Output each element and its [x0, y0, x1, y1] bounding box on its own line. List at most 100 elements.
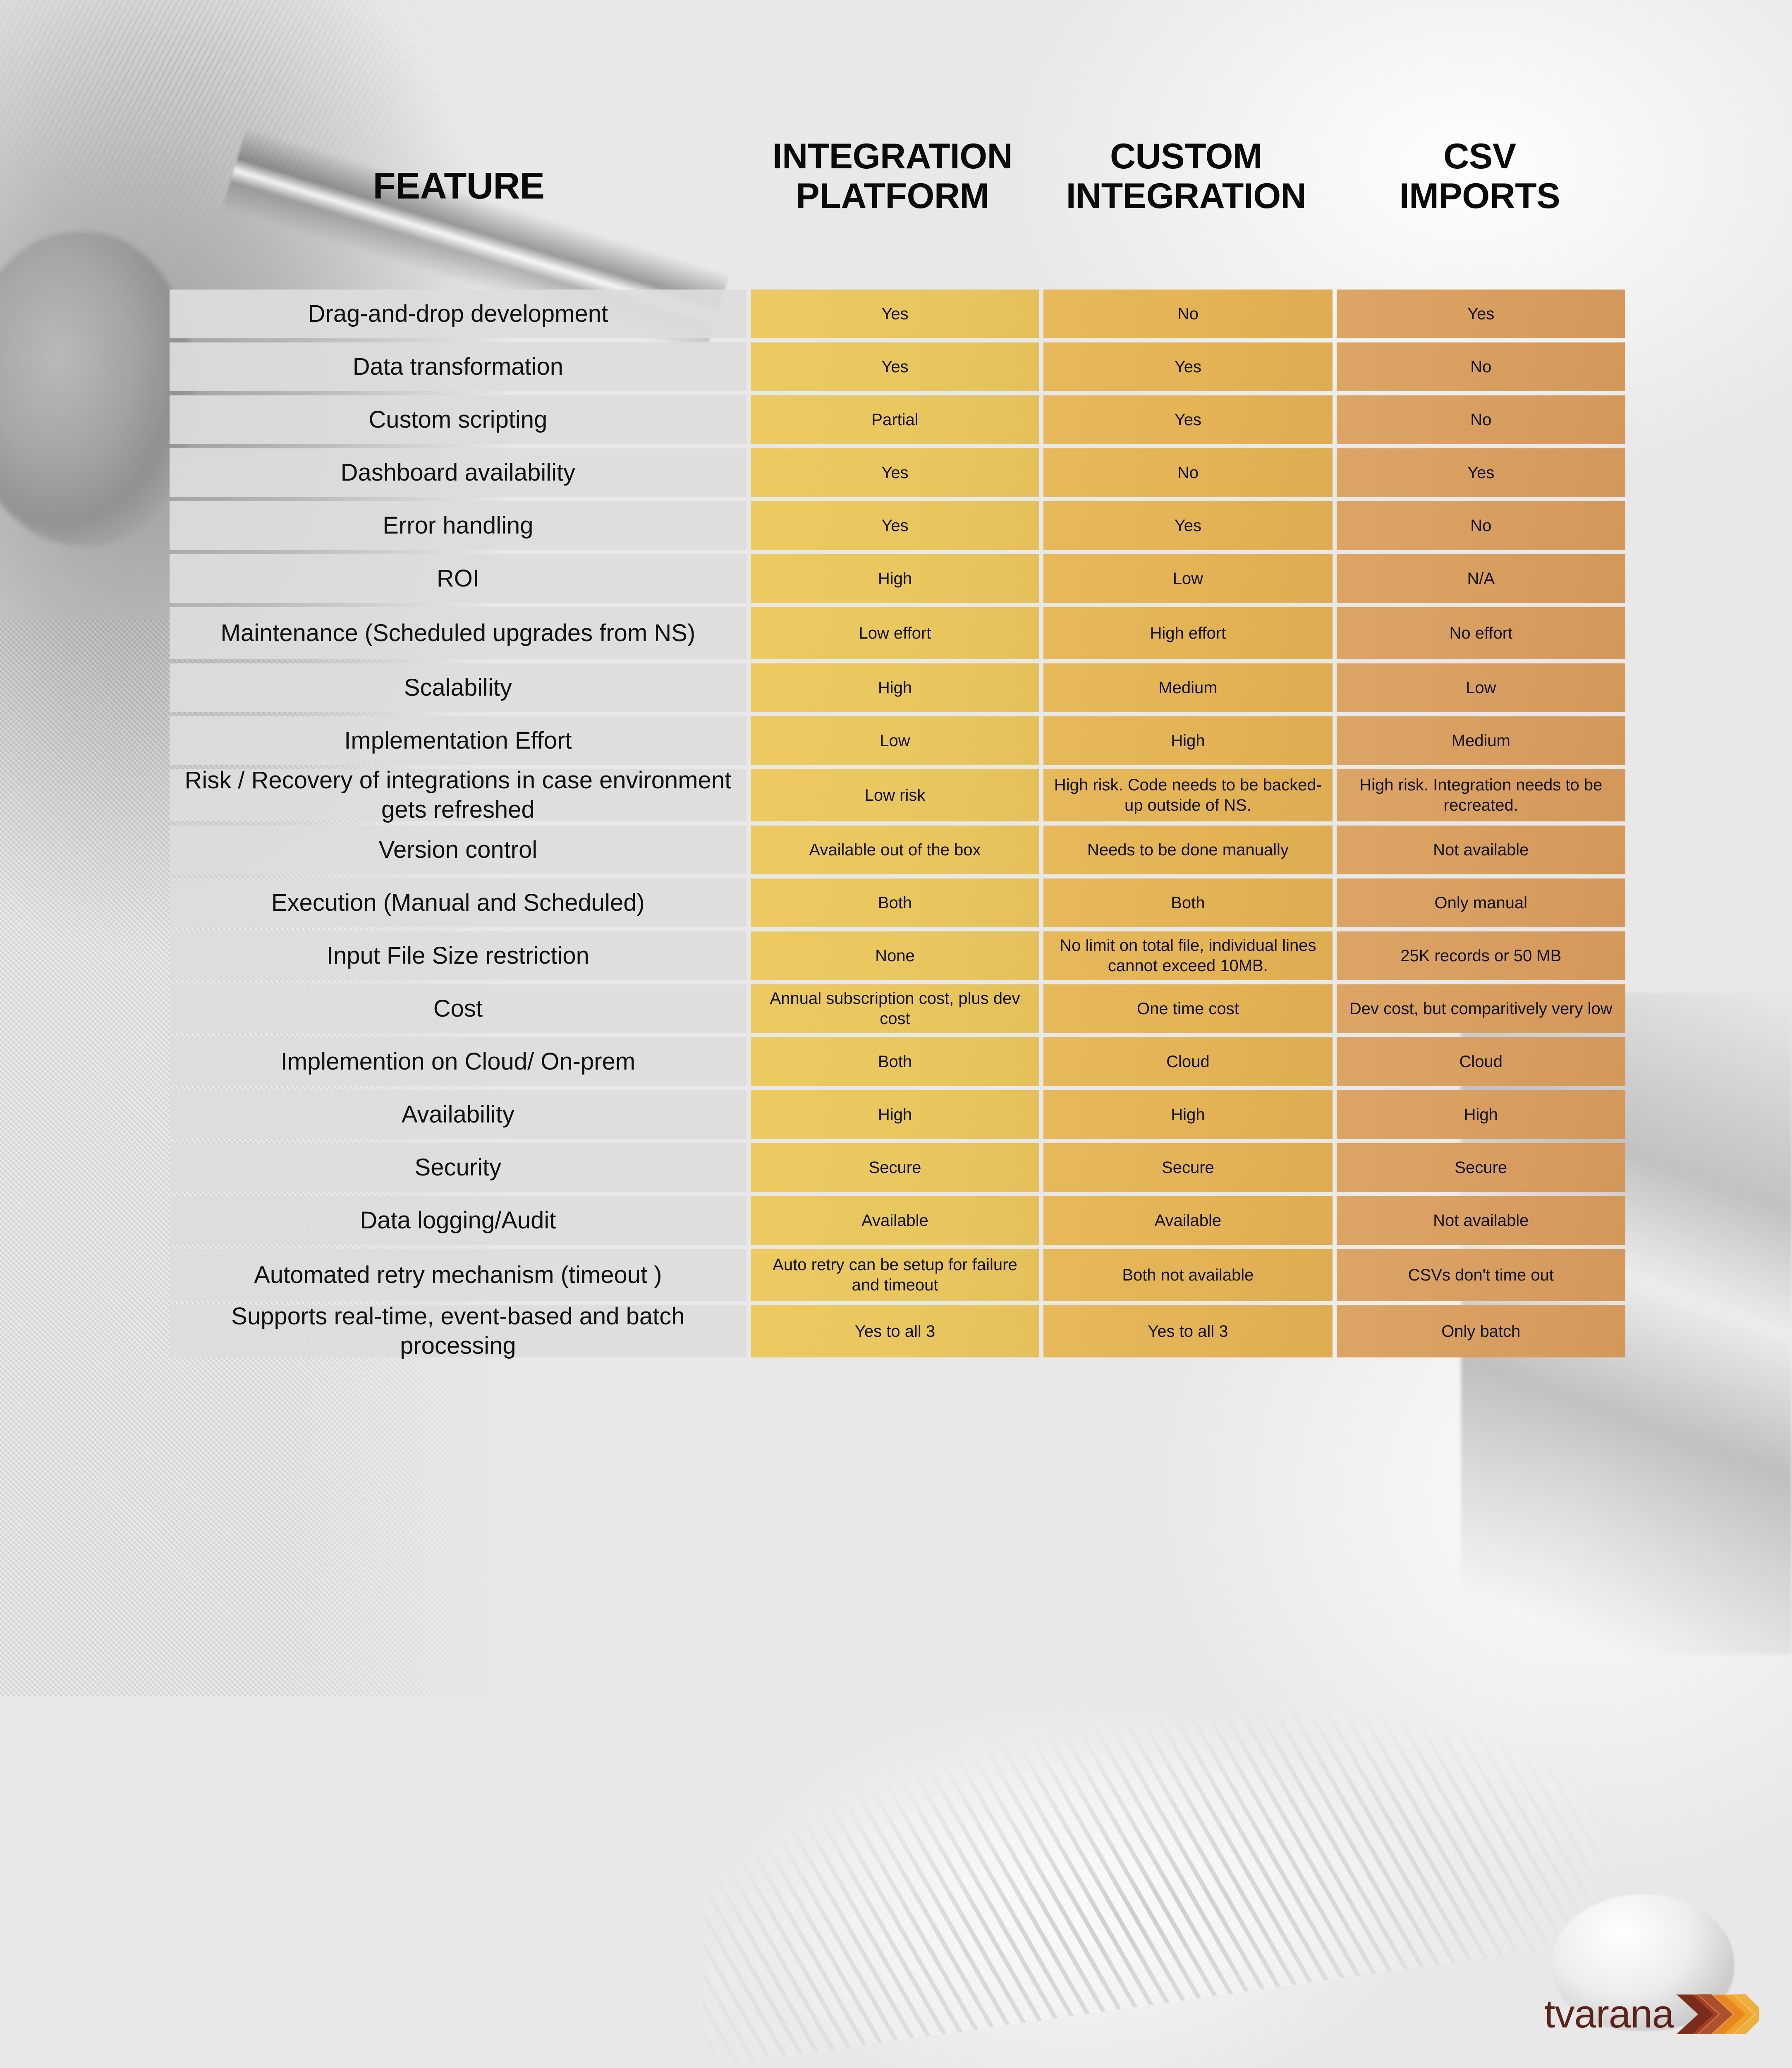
table-row: Risk / Recovery of integrations in case …: [170, 767, 1625, 823]
cell-integration-platform: Low: [750, 716, 1040, 765]
table-row: Execution (Manual and Scheduled) Both Both…: [170, 878, 1625, 927]
cell-integration-platform: High: [750, 663, 1040, 712]
header-csv-imports-line1: CSV: [1443, 136, 1516, 176]
cell-integration-platform: Available out of the box: [750, 826, 1040, 874]
cell-csv-imports: Low: [1336, 663, 1625, 712]
cell-custom-integration: Cloud: [1043, 1037, 1333, 1086]
cell-csv-imports: Yes: [1336, 290, 1625, 338]
cell-integration-platform: High: [750, 554, 1040, 603]
feature-label: Scalability: [170, 663, 746, 712]
cell-custom-integration: High risk. Code needs to be backed-up ou…: [1043, 769, 1333, 821]
cell-csv-imports: Cloud: [1336, 1037, 1625, 1086]
cell-custom-integration: Needs to be done manually: [1043, 826, 1333, 874]
cell-integration-platform: None: [750, 931, 1040, 980]
feature-label: Availability: [170, 1090, 746, 1139]
header-custom-integration: CUSTOM INTEGRATION: [1041, 136, 1331, 216]
cell-csv-imports: No: [1336, 342, 1625, 391]
header-csv-imports-line2: IMPORTS: [1399, 176, 1560, 216]
comparison-infographic: FEATURE INTEGRATION PLATFORM CUSTOM INTE…: [0, 0, 1792, 2068]
feature-label: Supports real-time, event-based and batc…: [170, 1303, 746, 1359]
table-row: Availability High High High: [170, 1090, 1625, 1139]
table-row: Version control Available out of the box N…: [170, 826, 1625, 874]
cell-csv-imports: Only manual: [1336, 878, 1625, 927]
cell-csv-imports: Only batch: [1336, 1305, 1625, 1357]
feature-label: Cost: [170, 984, 746, 1033]
table-row: Error handling Yes Yes No: [170, 501, 1625, 550]
table-row: Security Secure Secure Secure: [170, 1143, 1625, 1192]
feature-label: Automated retry mechanism (timeout ): [170, 1249, 746, 1301]
cell-custom-integration: High: [1043, 1090, 1333, 1139]
feature-label: Drag-and-drop development: [170, 290, 746, 338]
cell-csv-imports: Not available: [1336, 1196, 1625, 1245]
header-custom-integration-line1: CUSTOM: [1110, 136, 1263, 176]
cell-custom-integration: One time cost: [1043, 984, 1333, 1033]
cell-csv-imports: High: [1336, 1090, 1625, 1139]
feature-label: Dashboard availability: [170, 448, 746, 497]
cell-integration-platform: Low effort: [750, 607, 1040, 659]
table-row: Supports real-time, event-based and batc…: [170, 1303, 1625, 1359]
cell-integration-platform: Yes: [750, 501, 1040, 550]
feature-label: Implementation Effort: [170, 716, 746, 765]
table-row: Automated retry mechanism (timeout ) Auto…: [170, 1249, 1625, 1301]
double-chevron-icon: [1676, 1994, 1759, 2034]
feature-label: Version control: [170, 826, 746, 874]
cell-custom-integration: High: [1043, 716, 1333, 765]
feature-label: Maintenance (Scheduled upgrades from NS): [170, 607, 746, 659]
cell-csv-imports: Secure: [1336, 1143, 1625, 1192]
cell-custom-integration: Both not available: [1043, 1249, 1333, 1301]
feature-label: ROI: [170, 554, 746, 603]
cell-csv-imports: High risk. Integration needs to be recre…: [1336, 769, 1625, 821]
cell-custom-integration: No: [1043, 448, 1333, 497]
cell-csv-imports: 25K records or 50 MB: [1336, 931, 1625, 980]
feature-label: Security: [170, 1143, 746, 1192]
cell-integration-platform: Yes: [750, 342, 1040, 391]
table-row: Drag-and-drop development Yes No Yes: [170, 290, 1625, 338]
cell-integration-platform: Yes: [750, 448, 1040, 497]
cell-custom-integration: Low: [1043, 554, 1333, 603]
cell-integration-platform: Secure: [750, 1143, 1040, 1192]
table-row: Custom scripting Partial Yes No: [170, 395, 1625, 444]
cell-integration-platform: Both: [750, 878, 1040, 927]
feature-label: Custom scripting: [170, 395, 746, 444]
table-row: Dashboard availability Yes No Yes: [170, 448, 1625, 497]
table-row: Data logging/Audit Available Available Not …: [170, 1196, 1625, 1245]
feature-label: Execution (Manual and Scheduled): [170, 878, 746, 927]
cell-integration-platform: Partial: [750, 395, 1040, 444]
cell-csv-imports: N/A: [1336, 554, 1625, 603]
table-row: Maintenance (Scheduled upgrades from NS)…: [170, 607, 1625, 659]
table-row: Cost Annual subscription cost, plus dev c…: [170, 984, 1625, 1033]
cell-custom-integration: High effort: [1043, 607, 1333, 659]
cell-integration-platform: Low risk: [750, 769, 1040, 821]
logo-wordmark: tvarana: [1544, 1992, 1674, 2036]
cell-custom-integration: No limit on total file, individual lines…: [1043, 931, 1333, 980]
cell-csv-imports: No: [1336, 501, 1625, 550]
feature-label: Input File Size restriction: [170, 931, 746, 980]
table-row: Input File Size restriction None No limit …: [170, 931, 1625, 980]
table-row: Data transformation Yes Yes No: [170, 342, 1625, 391]
cell-integration-platform: Annual subscription cost, plus dev cost: [750, 984, 1040, 1033]
cell-integration-platform: Available: [750, 1196, 1040, 1245]
cell-custom-integration: Available: [1043, 1196, 1333, 1245]
table-row: Implementation Effort Low High Medium: [170, 716, 1625, 765]
comparison-table: Drag-and-drop development Yes No Yes Data tr…: [170, 290, 1625, 1362]
table-row: Implemention on Cloud/ On-prem Both Cloud C…: [170, 1037, 1625, 1086]
cell-custom-integration: Secure: [1043, 1143, 1333, 1192]
cell-csv-imports: Yes: [1336, 448, 1625, 497]
cell-csv-imports: Not available: [1336, 826, 1625, 874]
cell-integration-platform: Yes: [750, 290, 1040, 338]
feature-label: Data logging/Audit: [170, 1196, 746, 1245]
header-feature: FEATURE: [373, 165, 545, 207]
cell-integration-platform: Both: [750, 1037, 1040, 1086]
cell-custom-integration: Yes: [1043, 501, 1333, 550]
feature-label: Implemention on Cloud/ On-prem: [170, 1037, 746, 1086]
cell-custom-integration: Yes: [1043, 342, 1333, 391]
feature-label: Data transformation: [170, 342, 746, 391]
header-integration-platform: INTEGRATION PLATFORM: [748, 136, 1037, 216]
header-csv-imports: CSV IMPORTS: [1335, 136, 1625, 216]
cell-integration-platform: High: [750, 1090, 1040, 1139]
cell-custom-integration: Yes: [1043, 395, 1333, 444]
header-integration-platform-line2: PLATFORM: [796, 176, 989, 216]
cell-csv-imports: No: [1336, 395, 1625, 444]
cell-csv-imports: Dev cost, but comparitively very low: [1336, 984, 1625, 1033]
cell-csv-imports: CSVs don't time out: [1336, 1249, 1625, 1301]
